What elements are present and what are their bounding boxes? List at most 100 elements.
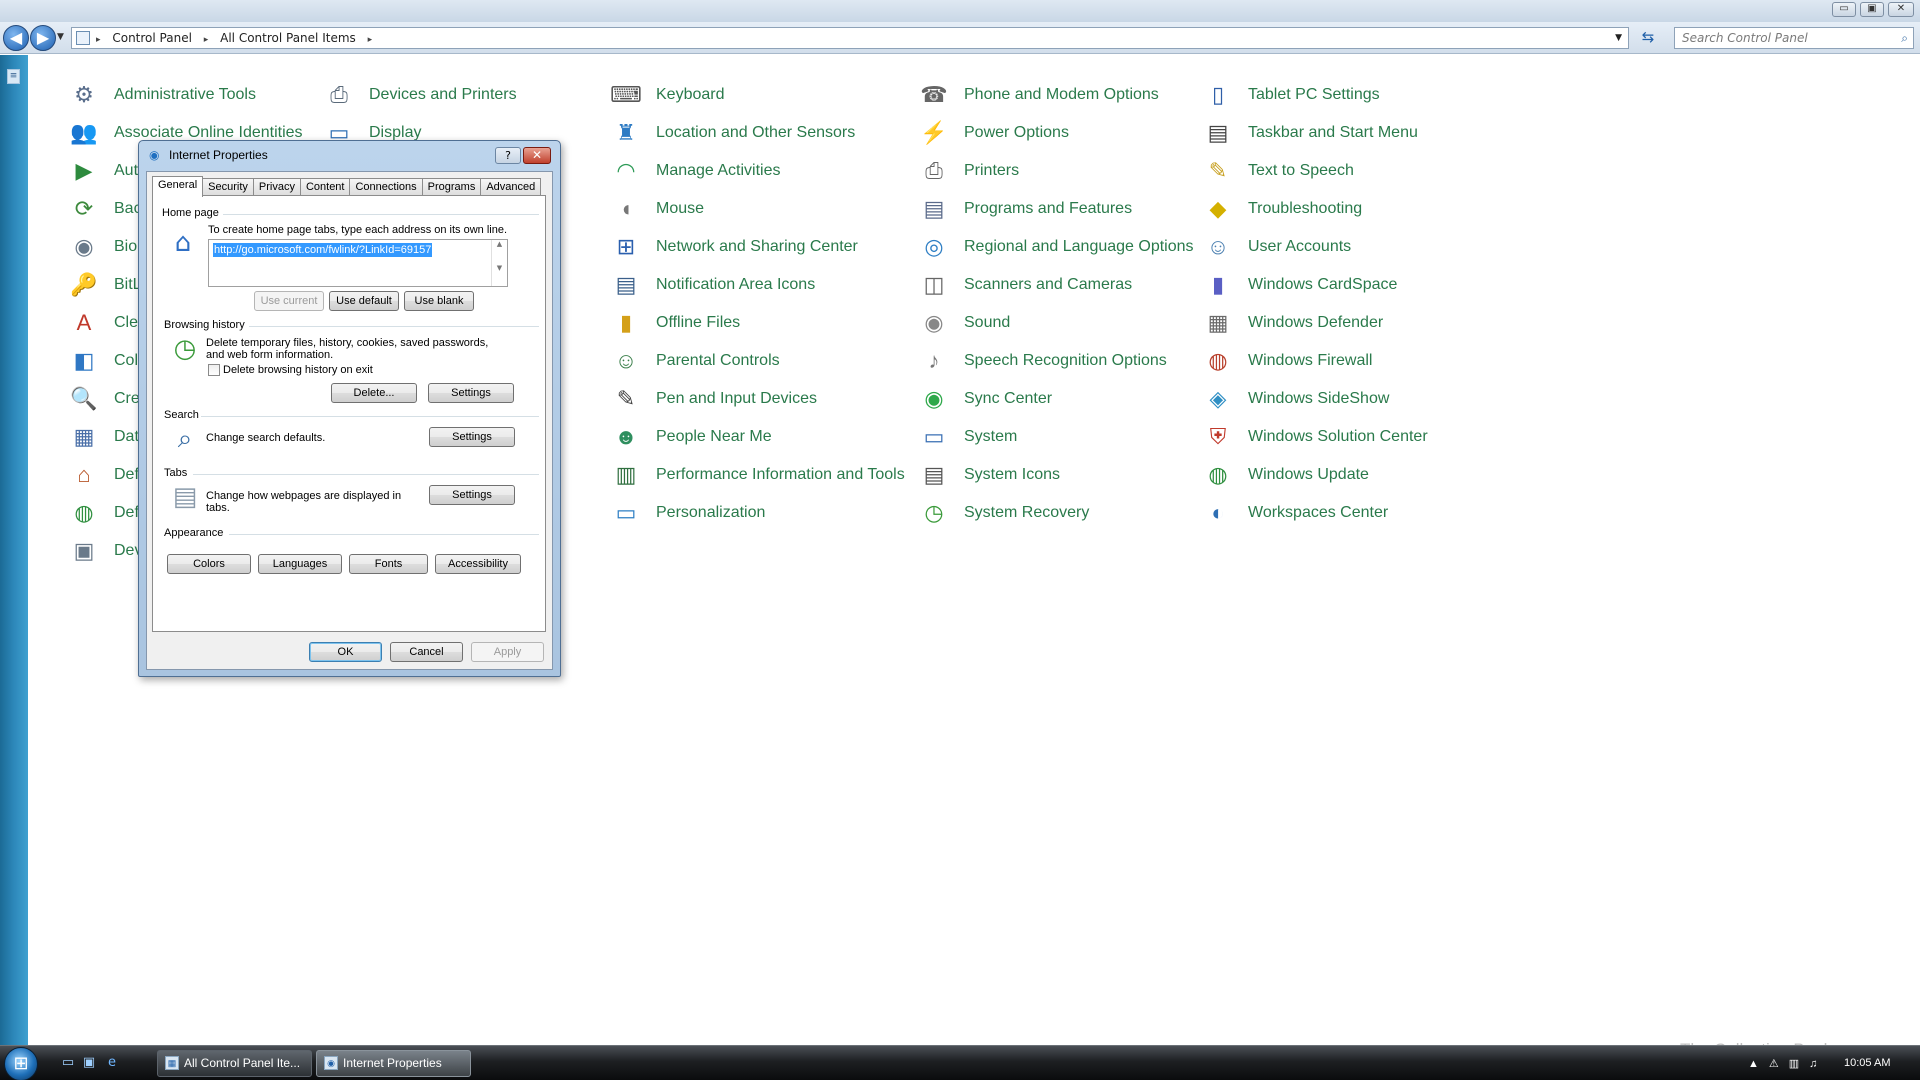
- colors-button[interactable]: Colors: [167, 554, 251, 574]
- volume-icon[interactable]: ♫: [1809, 1058, 1817, 1070]
- refresh-icon[interactable]: ⇆: [1637, 27, 1659, 49]
- maximize-button[interactable]: ▣: [1860, 2, 1884, 17]
- help-button[interactable]: ?: [495, 147, 521, 164]
- search-input[interactable]: Search Control Panel ⌕: [1674, 27, 1914, 49]
- breadcrumb-control-panel[interactable]: Control Panel: [112, 31, 192, 45]
- cp-item-tablet-pc[interactable]: ▯ Tablet PC Settings: [1202, 80, 1380, 110]
- search-icon[interactable]: ⌕: [1901, 28, 1908, 48]
- cp-item-regional-language[interactable]: ◎ Regional and Language Options: [918, 232, 1193, 262]
- cp-item-devices-printers[interactable]: ⎙ Devices and Printers: [323, 80, 516, 110]
- cp-item-offline-files[interactable]: ▮ Offline Files: [610, 308, 740, 338]
- cp-item-parental-controls[interactable]: ☺ Parental Controls: [610, 346, 780, 376]
- apply-button[interactable]: Apply: [471, 642, 544, 662]
- address-dropdown-icon[interactable]: ▼: [1615, 28, 1622, 48]
- dialog-close-button[interactable]: ✕: [523, 147, 551, 164]
- cp-item-system-icons[interactable]: ▤ System Icons: [918, 460, 1060, 490]
- cancel-button[interactable]: Cancel: [390, 642, 463, 662]
- cp-item-mouse[interactable]: ◖ Mouse: [610, 194, 704, 224]
- tab-security[interactable]: Security: [202, 178, 254, 196]
- show-hidden-icons-icon[interactable]: ▲: [1748, 1058, 1759, 1070]
- pane-icon[interactable]: ≡: [7, 69, 20, 84]
- accessibility-button[interactable]: Accessibility: [435, 554, 521, 574]
- cp-item-taskbar-start[interactable]: ▤ Taskbar and Start Menu: [1202, 118, 1418, 148]
- cp-item-sideshow[interactable]: ◈ Windows SideShow: [1202, 384, 1390, 414]
- cp-item-admin-tools[interactable]: ⚙ Administrative Tools: [68, 80, 256, 110]
- show-desktop-icon[interactable]: ▭: [60, 1055, 76, 1071]
- taskbar-button-control-panel[interactable]: ▦ All Control Panel Ite...: [157, 1050, 312, 1077]
- tab-privacy[interactable]: Privacy: [252, 178, 301, 196]
- breadcrumb-separator-icon[interactable]: ▸: [204, 35, 209, 45]
- cp-item-sound[interactable]: ◉ Sound: [918, 308, 1010, 338]
- cp-item-printers[interactable]: ⎙ Printers: [918, 156, 1019, 186]
- cp-item-personalization[interactable]: ▭ Personalization: [610, 498, 766, 528]
- cp-item-defender[interactable]: ▦ Windows Defender: [1202, 308, 1384, 338]
- clock[interactable]: 10:05 AM: [1844, 1057, 1890, 1069]
- cp-item-people-near-me[interactable]: ☻ People Near Me: [610, 422, 771, 452]
- tab-general[interactable]: General: [152, 176, 204, 197]
- cp-item-sync-center[interactable]: ◉ Sync Center: [918, 384, 1052, 414]
- history-settings-button[interactable]: Settings: [428, 383, 514, 403]
- network-icon[interactable]: ▥: [1789, 1057, 1799, 1070]
- back-button[interactable]: ◀: [3, 25, 29, 51]
- cp-item-label: Troubleshooting: [1248, 200, 1363, 217]
- delete-history-on-exit-label[interactable]: Delete browsing history on exit: [223, 364, 373, 376]
- cp-item-network-sharing[interactable]: ⊞ Network and Sharing Center: [610, 232, 858, 262]
- breadcrumb-separator-icon[interactable]: ▸: [368, 35, 373, 45]
- close-window-button[interactable]: ✕: [1888, 2, 1914, 17]
- tab-programs[interactable]: Programs: [421, 178, 482, 196]
- use-blank-button[interactable]: Use blank: [404, 291, 474, 311]
- group-divider: [249, 326, 539, 327]
- tab-advanced[interactable]: Advanced: [480, 178, 542, 196]
- cp-item-phone-modem[interactable]: ☎ Phone and Modem Options: [918, 80, 1159, 110]
- languages-button[interactable]: Languages: [258, 554, 342, 574]
- cp-item-programs-features[interactable]: ▤ Programs and Features: [918, 194, 1132, 224]
- delete-history-button[interactable]: Delete...: [331, 383, 417, 403]
- use-current-button[interactable]: Use current: [254, 291, 324, 311]
- notification-area-icon: ▤: [615, 272, 637, 297]
- cp-item-windows-update[interactable]: ◍ Windows Update: [1202, 460, 1369, 490]
- cp-item-power-options[interactable]: ⚡ Power Options: [918, 118, 1069, 148]
- cp-item-firewall[interactable]: ◍ Windows Firewall: [1202, 346, 1372, 376]
- cp-item-location-sensors[interactable]: ♜ Location and Other Sensors: [610, 118, 855, 148]
- internet-explorer-icon[interactable]: e: [104, 1055, 120, 1071]
- cp-item-notification-area[interactable]: ▤ Notification Area Icons: [610, 270, 816, 300]
- cp-item-scanners-cameras[interactable]: ◫ Scanners and Cameras: [918, 270, 1133, 300]
- cp-item-keyboard[interactable]: ⌨ Keyboard: [610, 80, 724, 110]
- home-page-scrollbar[interactable]: ▲ ▼: [491, 240, 507, 286]
- default-location-icon: ⌂: [77, 462, 91, 487]
- search-settings-button[interactable]: Settings: [429, 427, 515, 447]
- recent-pages-dropdown-icon[interactable]: ▼: [57, 32, 64, 42]
- cp-item-user-accounts[interactable]: ☺ User Accounts: [1202, 232, 1351, 262]
- cp-item-workspaces-center[interactable]: ◐ Workspaces Center: [1202, 498, 1388, 528]
- cp-item-system-recovery[interactable]: ◷ System Recovery: [918, 498, 1089, 528]
- tabs-settings-button[interactable]: Settings: [429, 485, 515, 505]
- cp-item-system[interactable]: ▭ System: [918, 422, 1018, 452]
- breadcrumb-separator-icon[interactable]: ▸: [96, 35, 101, 45]
- tab-content[interactable]: Content: [299, 178, 351, 196]
- cp-item-pen-input[interactable]: ✎ Pen and Input Devices: [610, 384, 817, 414]
- use-default-button[interactable]: Use default: [329, 291, 399, 311]
- tab-connections[interactable]: Connections: [349, 178, 423, 196]
- delete-history-on-exit-checkbox[interactable]: [208, 364, 220, 376]
- system-recovery-icon: ◷: [924, 500, 944, 525]
- address-bar[interactable]: ▸ Control Panel ▸ All Control Panel Item…: [71, 27, 1629, 49]
- cp-item-speech-recognition[interactable]: ♪ Speech Recognition Options: [918, 346, 1167, 376]
- minimize-button[interactable]: ▭: [1832, 2, 1856, 17]
- cp-item-solution-center[interactable]: ⛨ Windows Solution Center: [1202, 422, 1428, 452]
- cp-item-text-to-speech[interactable]: ✎ Text to Speech: [1202, 156, 1354, 186]
- cp-item-label: System: [964, 428, 1018, 445]
- fonts-button[interactable]: Fonts: [349, 554, 428, 574]
- forward-button[interactable]: ▶: [30, 25, 56, 51]
- switch-windows-icon[interactable]: ▣: [81, 1055, 97, 1071]
- ok-button[interactable]: OK: [309, 642, 382, 662]
- taskbar-button-internet-properties[interactable]: ◉ Internet Properties: [316, 1050, 471, 1077]
- start-button[interactable]: ⊞: [4, 1047, 38, 1080]
- cp-item-manage-activities[interactable]: ◠ Manage Activities: [610, 156, 780, 186]
- security-icon[interactable]: ⚠: [1769, 1057, 1779, 1070]
- home-page-input[interactable]: http://go.microsoft.com/fwlink/?LinkId=6…: [208, 239, 508, 287]
- breadcrumb-all-items[interactable]: All Control Panel Items: [220, 31, 356, 45]
- cp-item-cardspace[interactable]: ▮ Windows CardSpace: [1202, 270, 1397, 300]
- cp-item-performance[interactable]: ▥ Performance Information and Tools: [610, 460, 905, 490]
- backup-icon: ⟳: [74, 196, 94, 221]
- cp-item-troubleshooting[interactable]: ◆ Troubleshooting: [1202, 194, 1363, 224]
